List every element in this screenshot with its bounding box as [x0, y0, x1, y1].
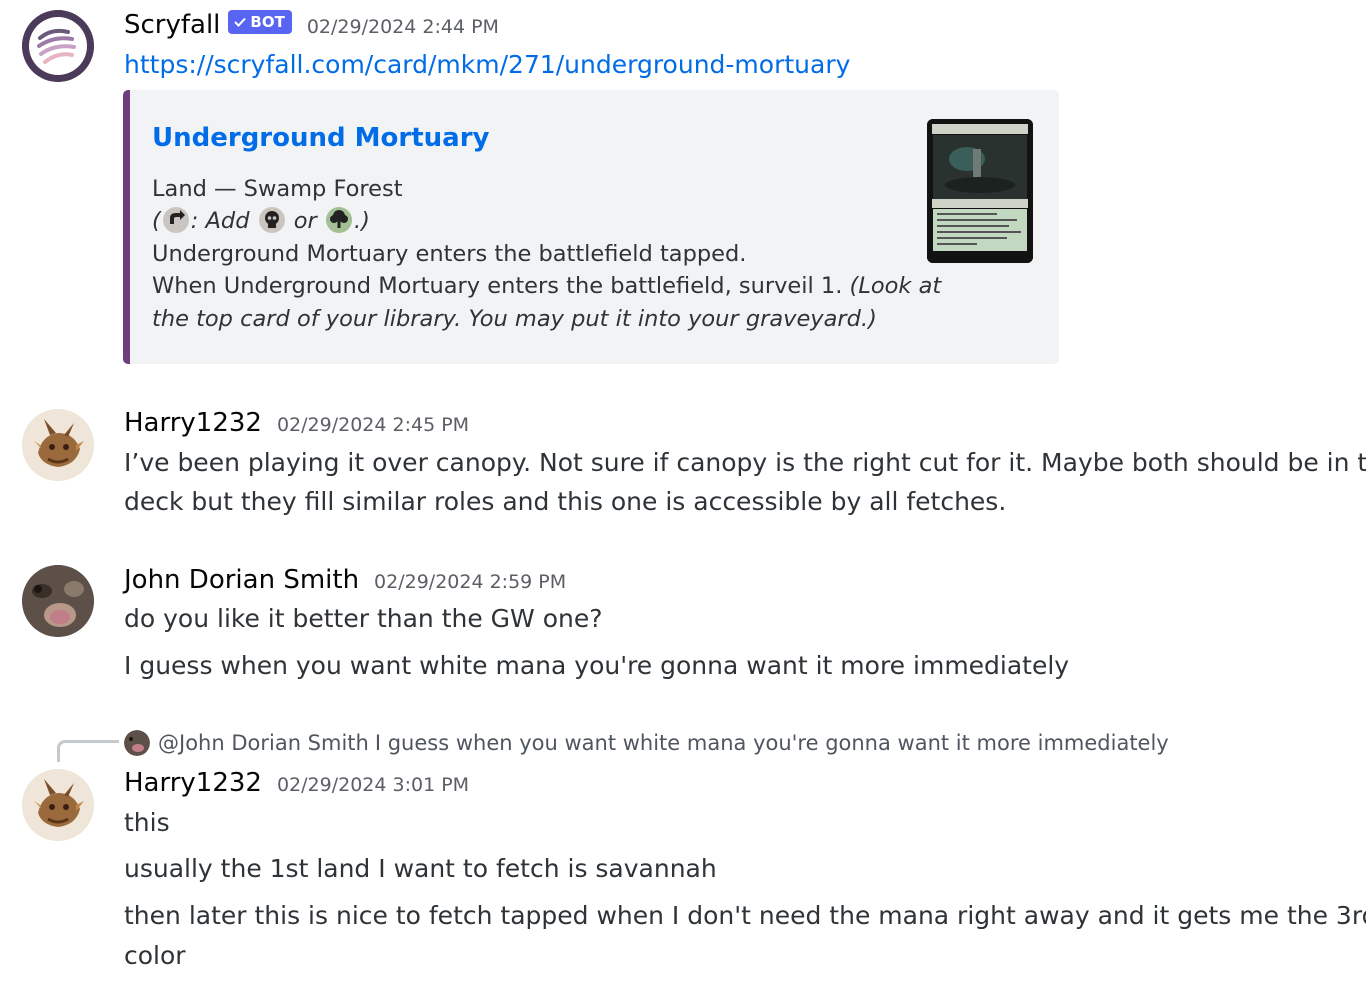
reply-avatar [124, 730, 150, 756]
card-link[interactable]: https://scryfall.com/card/mkm/271/underg… [124, 50, 850, 79]
timestamp[interactable]: 02/29/2024 3:01 PM [277, 774, 469, 796]
message-content: https://scryfall.com/card/mkm/271/underg… [124, 50, 850, 79]
rules-text: When Underground Mortuary enters the bat… [152, 273, 850, 299]
message-line: I guess when you want white mana you're … [124, 651, 1070, 680]
bot-badge-label: BOT [250, 13, 285, 31]
reply-spine [57, 740, 119, 762]
message-header: Harry1232 02/29/2024 2:45 PM [124, 408, 469, 438]
bot-badge: BOT [228, 10, 292, 34]
or-text: or [286, 208, 324, 234]
message-line: deck but they fill similar roles and thi… [124, 487, 1007, 516]
message-line: I’ve been playing it over canopy. Not su… [124, 448, 1366, 477]
timestamp[interactable]: 02/29/2024 2:45 PM [277, 414, 469, 436]
card-thumbnail[interactable] [927, 119, 1033, 263]
username[interactable]: John Dorian Smith [124, 565, 359, 595]
message-header: Harry1232 02/29/2024 3:01 PM [124, 768, 469, 798]
rhino-avatar-icon [22, 409, 94, 481]
paren-close: .) [353, 208, 370, 234]
username[interactable]: Harry1232 [124, 768, 262, 798]
embed-title[interactable]: Underground Mortuary [152, 123, 489, 153]
reply-text: I guess when you want white mana you're … [374, 731, 1169, 755]
username[interactable]: Scryfall [124, 10, 220, 40]
avatar-scryfall[interactable] [22, 10, 94, 82]
checkmark-icon [234, 17, 247, 27]
tap-symbol-icon [162, 206, 189, 233]
message-line: this [124, 808, 170, 837]
message-line: usually the 1st land I want to fetch is … [124, 854, 717, 883]
message-header: John Dorian Smith 02/29/2024 2:59 PM [124, 565, 566, 595]
cat-avatar-icon [124, 730, 150, 756]
timestamp[interactable]: 02/29/2024 2:44 PM [307, 16, 499, 38]
add-text: : Add [190, 208, 257, 234]
username[interactable]: Harry1232 [124, 408, 262, 438]
paren-open: ( [152, 208, 161, 234]
embed-type-line: Land — Swamp Forest [152, 176, 403, 202]
green-mana-icon [325, 206, 352, 233]
timestamp[interactable]: 02/29/2024 2:59 PM [374, 571, 566, 593]
reminder-text: (Look at [849, 273, 942, 299]
card-image [927, 119, 1033, 263]
message-line: color [124, 941, 186, 970]
avatar-john[interactable] [22, 565, 94, 637]
black-mana-icon [258, 206, 285, 233]
embed-reminder-line: ( : Add or .) [152, 206, 370, 235]
embed-rules-line-2: When Underground Mortuary enters the bat… [152, 273, 941, 299]
scryfall-logo-icon [22, 10, 94, 82]
avatar-harry[interactable] [22, 409, 94, 481]
embed-rules-line-1: Underground Mortuary enters the battlefi… [152, 241, 747, 267]
reply-mention[interactable]: @John Dorian Smith [158, 731, 369, 755]
cat-avatar-icon [22, 565, 94, 637]
avatar-harry[interactable] [22, 769, 94, 841]
card-embed: Underground Mortuary Land — Swamp Forest… [123, 90, 1059, 364]
message-line: then later this is nice to fetch tapped … [124, 901, 1366, 930]
reply-preview[interactable]: @John Dorian Smith I guess when you want… [124, 729, 1169, 757]
embed-rules-line-3: the top card of your library. You may pu… [152, 306, 877, 332]
message-header: Scryfall BOT 02/29/2024 2:44 PM [124, 10, 499, 40]
rhino-avatar-icon [22, 769, 94, 841]
message-line: do you like it better than the GW one? [124, 604, 603, 633]
